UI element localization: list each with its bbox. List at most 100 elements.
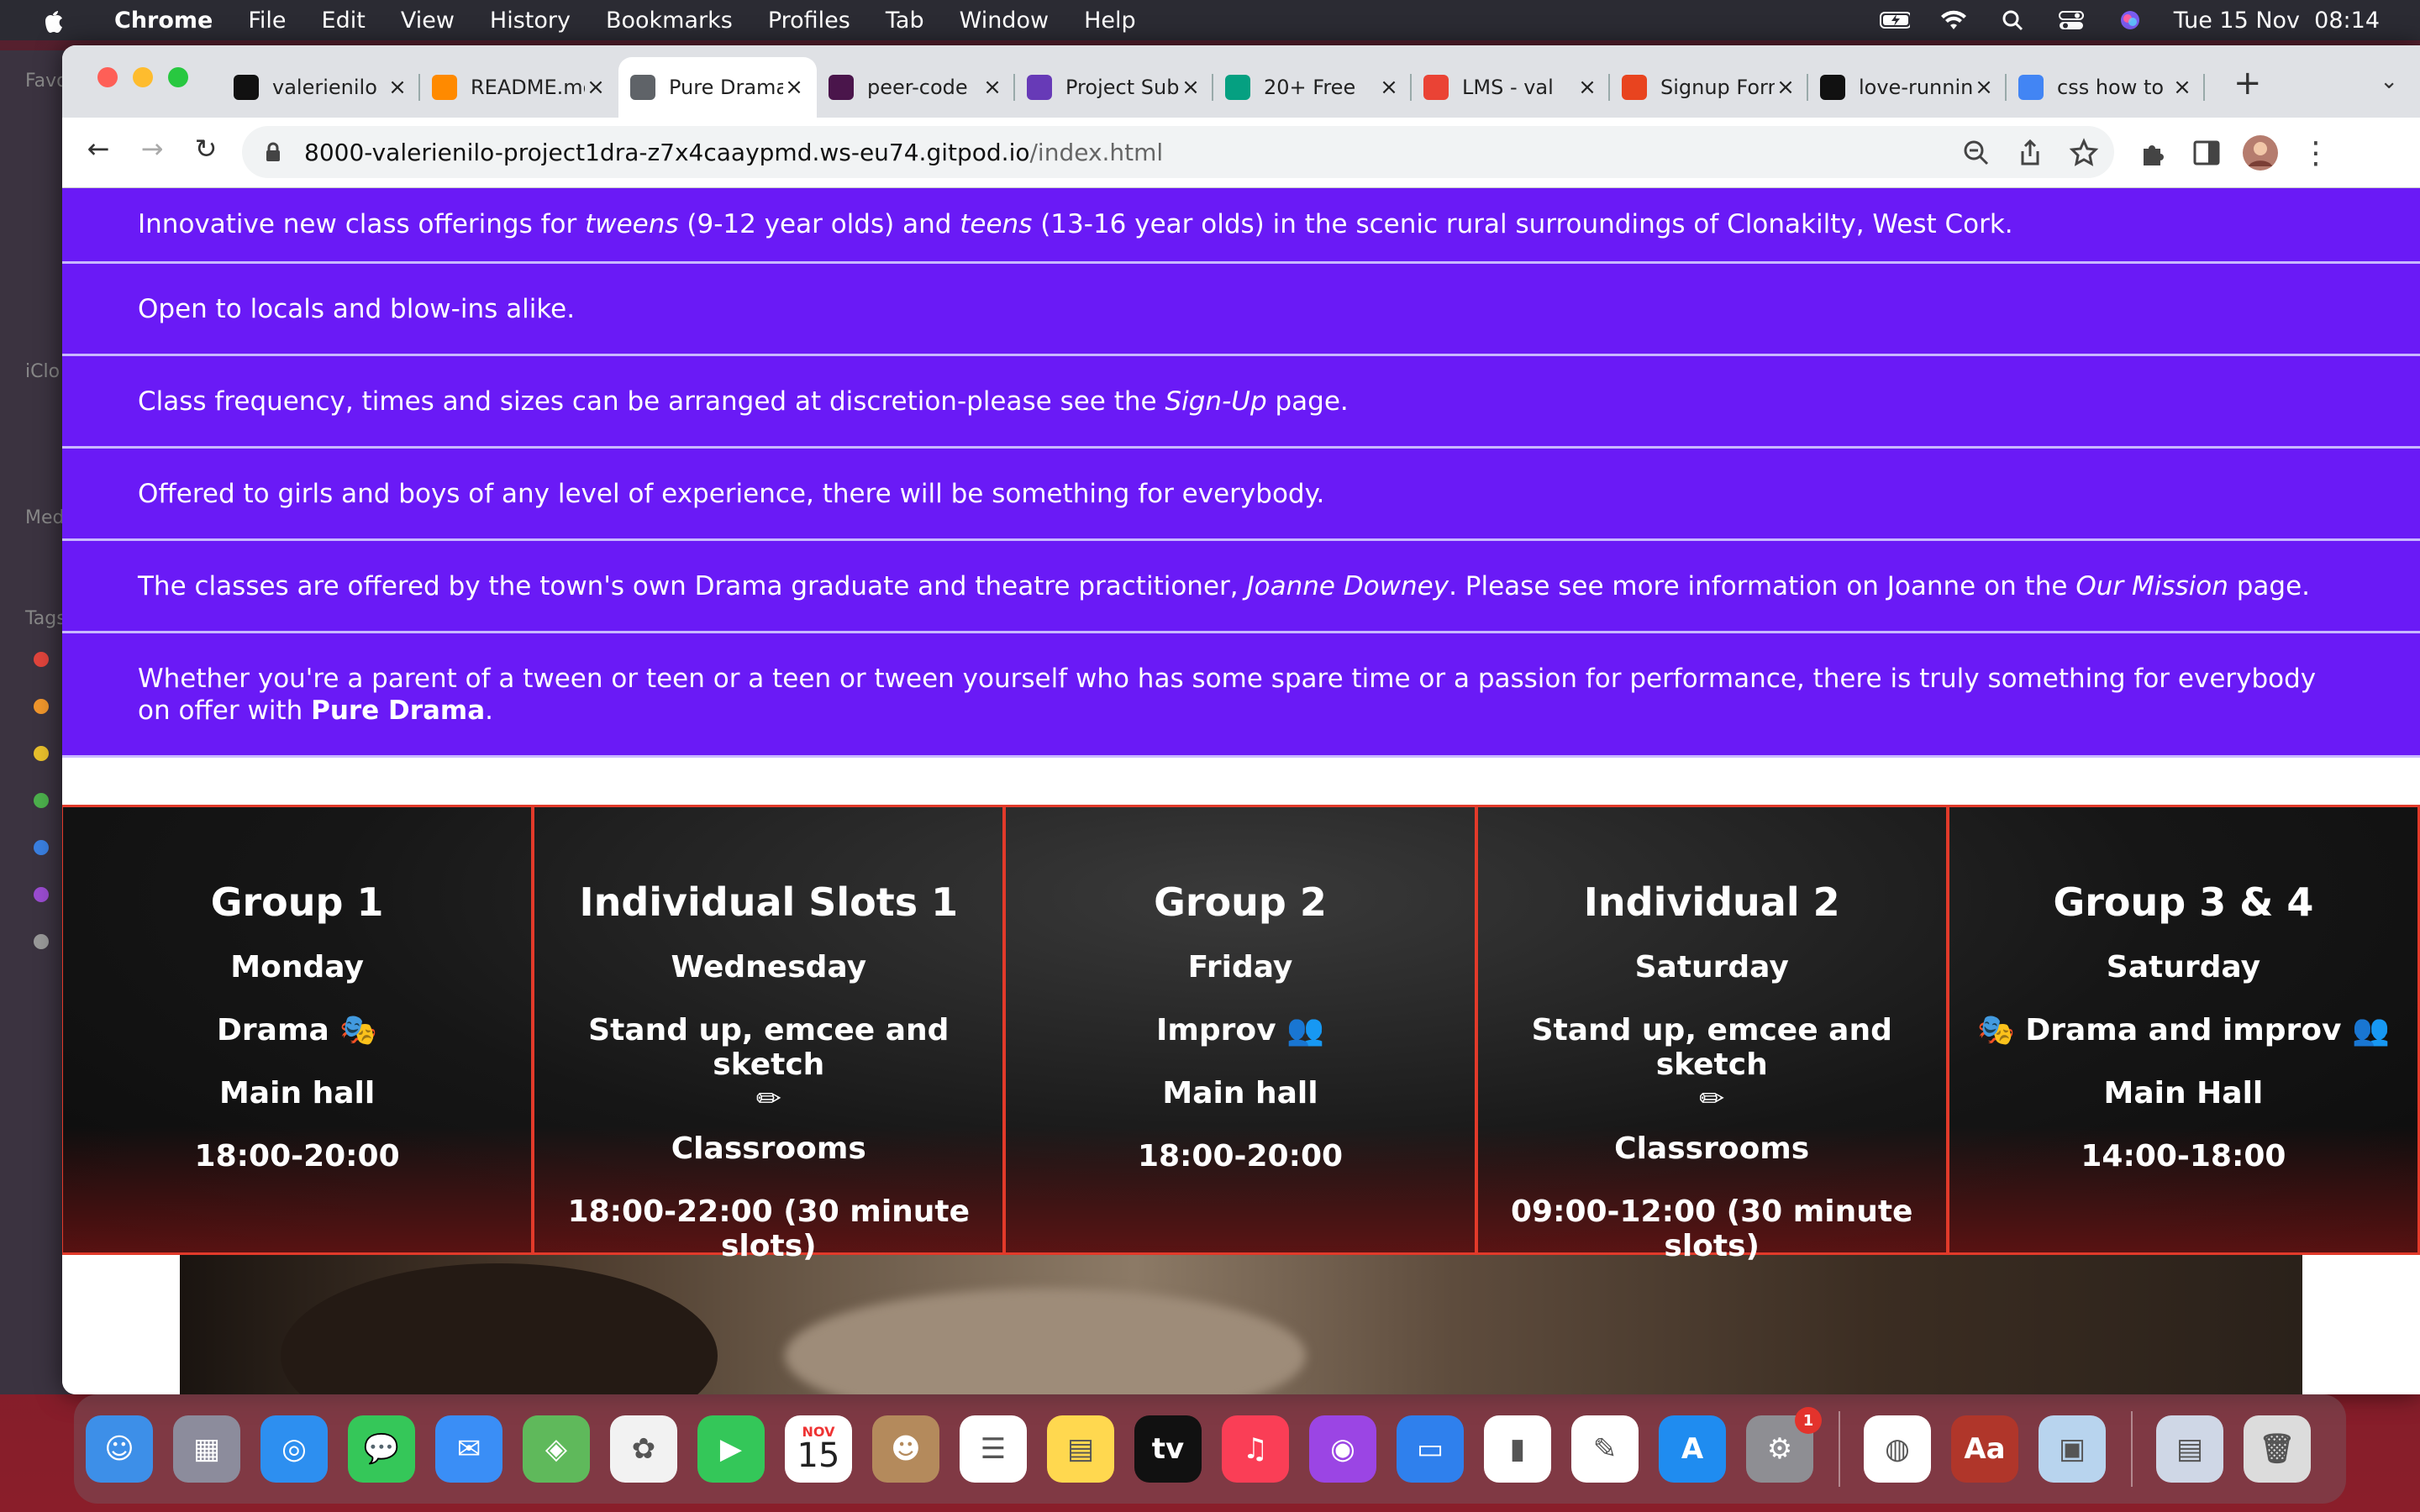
schedule-card: Group 3 & 4 Saturday 🎭 Drama and improv 👥 M… <box>1948 807 2420 1252</box>
menu-app-name[interactable]: Chrome <box>114 8 213 34</box>
preview-icon[interactable]: ▣ <box>2039 1415 2106 1483</box>
siri-icon[interactable] <box>2115 9 2145 31</box>
browser-tab[interactable]: valerienilo × <box>222 57 420 118</box>
wifi-icon[interactable] <box>1939 9 1969 31</box>
apple-menu-icon[interactable] <box>32 8 74 33</box>
menu-profiles[interactable]: Profiles <box>768 8 850 34</box>
schedule-place: Classrooms <box>671 1131 866 1166</box>
feature-text: The classes are offered by the town's ow… <box>138 570 2310 601</box>
browser-tab[interactable]: love-running× <box>1808 57 2007 118</box>
appletv-icon[interactable]: tv <box>1134 1415 1202 1483</box>
share-icon[interactable] <box>2015 138 2045 168</box>
tag-green-icon[interactable] <box>34 793 49 808</box>
battery-icon[interactable] <box>1879 9 1910 31</box>
browser-tab[interactable]: 20+ Free × <box>1213 57 1412 118</box>
schedule-title: Individual Slots 1 <box>579 879 959 925</box>
menu-window[interactable]: Window <box>960 8 1049 34</box>
feature-item: The classes are offered by the town's ow… <box>62 541 2420 633</box>
schedule-day: Wednesday <box>671 950 867 984</box>
close-tab-icon[interactable]: × <box>387 75 408 100</box>
podcasts-icon[interactable]: ◉ <box>1309 1415 1376 1483</box>
photos-icon[interactable]: ✿ <box>610 1415 677 1483</box>
browser-tab[interactable]: Project Sub × <box>1015 57 1213 118</box>
messages-icon[interactable]: 💬 <box>348 1415 415 1483</box>
control-center-icon[interactable] <box>2056 9 2086 31</box>
trash-icon[interactable]: 🗑 <box>2244 1415 2311 1483</box>
tag-yellow-icon[interactable] <box>34 746 49 761</box>
close-window-button[interactable] <box>97 67 118 87</box>
tag-purple-icon[interactable] <box>34 887 49 902</box>
menu-tab[interactable]: Tab <box>886 8 924 34</box>
tab-search-chevron-icon[interactable]: ⌄ <box>2380 69 2398 94</box>
browser-tab[interactable]: Pure Drama × <box>618 57 817 118</box>
zoom-window-button[interactable] <box>168 67 188 87</box>
tag-gray-icon[interactable] <box>34 934 49 949</box>
globe-icon <box>630 75 655 100</box>
pages-icon[interactable]: ✎ <box>1571 1415 1639 1483</box>
menu-file[interactable]: File <box>248 8 286 34</box>
menu-edit[interactable]: Edit <box>322 8 366 34</box>
finder-icon[interactable]: ☺ <box>86 1415 153 1483</box>
menu-bookmarks[interactable]: Bookmarks <box>606 8 733 34</box>
close-tab-icon[interactable]: × <box>585 75 607 100</box>
extensions-puzzle-icon[interactable] <box>2134 134 2171 171</box>
schedule-activity: Stand up, emcee and sketch ✏ <box>534 1013 1002 1116</box>
music-icon[interactable]: ♫ <box>1222 1415 1289 1483</box>
schedule-card: Individual Slots 1 Wednesday Stand up, emc… <box>534 807 1006 1263</box>
chrome-menu-kebab-icon[interactable]: ⋮ <box>2297 134 2334 171</box>
lock-icon[interactable] <box>262 141 284 163</box>
chrome-icon[interactable]: ◍ <box>1864 1415 1931 1483</box>
browser-tab[interactable]: Signup Form × <box>1610 57 1808 118</box>
dock-glyph: ☰ <box>980 1432 1007 1466</box>
browser-tab[interactable]: css how to × <box>2007 57 2205 118</box>
dock-separator <box>2131 1411 2133 1487</box>
close-tab-icon[interactable]: × <box>1378 75 1400 100</box>
keynote-icon[interactable]: ▭ <box>1397 1415 1464 1483</box>
reload-button[interactable]: ↻ <box>187 133 225 165</box>
bookmark-star-icon[interactable] <box>2069 138 2099 168</box>
spotlight-search-icon[interactable] <box>1997 9 2028 31</box>
browser-tab[interactable]: LMS - val × <box>1412 57 1610 118</box>
address-bar[interactable]: 8000-valerienilo-project1dra-z7x4caaypmd… <box>242 126 2114 178</box>
numbers-icon[interactable]: ▮ <box>1484 1415 1551 1483</box>
safari-icon[interactable]: ◎ <box>260 1415 328 1483</box>
dictionary-icon[interactable]: Aa <box>1951 1415 2018 1483</box>
close-tab-icon[interactable]: × <box>1973 75 1995 100</box>
menu-clock[interactable]: Tue 15 Nov 08:14 <box>2174 8 2380 34</box>
browser-toolbar: ← → ↻ 8000-valerienilo-project1dra-z7x4c… <box>62 118 2420 188</box>
close-tab-icon[interactable]: × <box>1775 75 1797 100</box>
mail-icon[interactable]: ✉ <box>435 1415 502 1483</box>
system-preferences-icon[interactable]: ⚙ 1 <box>1746 1407 1822 1483</box>
browser-tab[interactable]: peer-code × <box>817 57 1015 118</box>
downloads-stack-icon[interactable]: ▤ <box>2156 1415 2223 1483</box>
menu-history[interactable]: History <box>490 8 571 34</box>
maps-icon[interactable]: ◈ <box>523 1415 590 1483</box>
launchpad-icon[interactable]: ▦ <box>173 1415 240 1483</box>
contacts-icon[interactable]: ☻ <box>872 1415 939 1483</box>
browser-tab[interactable]: README.md × <box>420 57 618 118</box>
forward-button[interactable]: → <box>133 133 171 165</box>
appstore-icon[interactable]: A <box>1659 1415 1726 1483</box>
facetime-icon[interactable]: ▶ <box>697 1415 765 1483</box>
close-tab-icon[interactable]: × <box>1180 75 1202 100</box>
side-panel-icon[interactable] <box>2188 134 2225 171</box>
profile-avatar[interactable] <box>2242 134 2279 171</box>
back-button[interactable]: ← <box>79 133 118 165</box>
tag-blue-icon[interactable] <box>34 840 49 855</box>
menu-view[interactable]: View <box>401 8 455 34</box>
tag-red-icon[interactable] <box>34 652 49 667</box>
close-tab-icon[interactable]: × <box>783 75 805 100</box>
notes-icon[interactable]: ▤ <box>1047 1415 1114 1483</box>
zoom-out-icon[interactable] <box>1961 138 1991 168</box>
close-tab-icon[interactable]: × <box>981 75 1003 100</box>
new-tab-button[interactable]: + <box>2233 64 2262 102</box>
minimize-window-button[interactable] <box>133 67 153 87</box>
schedule-day: Saturday <box>1634 950 1789 984</box>
reminders-icon[interactable]: ☰ <box>960 1415 1027 1483</box>
dock-glyph: ▮ <box>1509 1432 1526 1466</box>
close-tab-icon[interactable]: × <box>1576 75 1598 100</box>
tag-orange-icon[interactable] <box>34 699 49 714</box>
close-tab-icon[interactable]: × <box>2171 75 2193 100</box>
calendar-icon[interactable]: NOV 15 <box>785 1415 852 1483</box>
menu-help[interactable]: Help <box>1084 8 1136 34</box>
